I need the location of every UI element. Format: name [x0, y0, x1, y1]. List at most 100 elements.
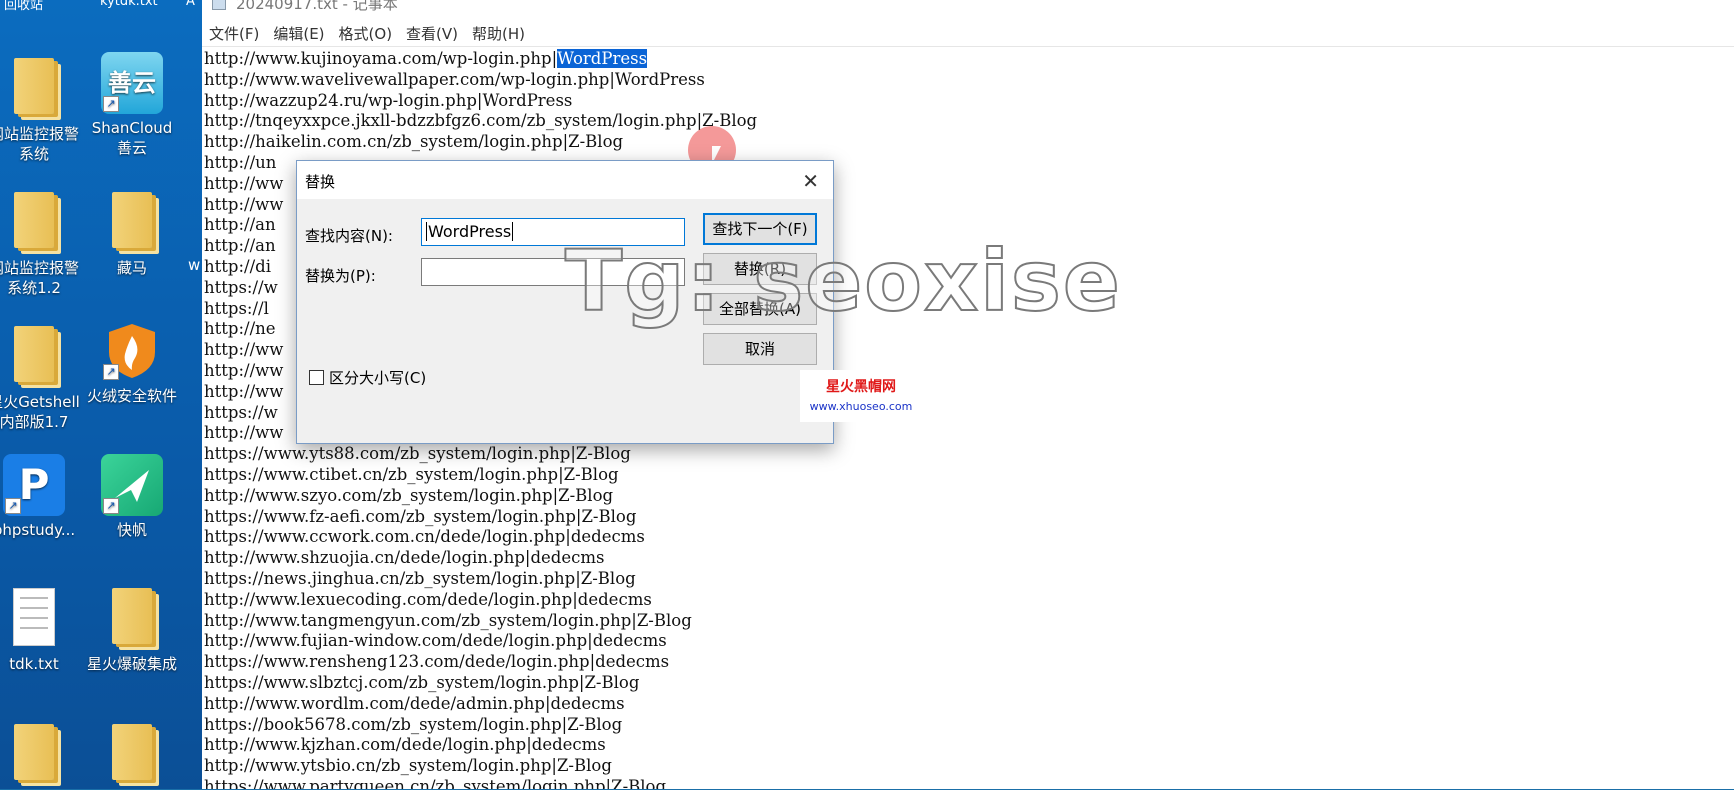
menu-bar: 文件(F) 编辑(E) 格式(O) 查看(V) 帮助(H) [202, 20, 1734, 47]
text-line-content: http://ww [204, 340, 284, 360]
desktop-icon-xinghuo-getshell[interactable]: 星火Getshell 内部版1.7 [0, 326, 82, 432]
desktop-icon-folder-partial[interactable] [84, 724, 180, 790]
phpstudy-tile-text: P [18, 460, 50, 509]
desktop-icon-label: ShanCloud 善云 [91, 119, 173, 157]
folder-icon [112, 192, 152, 248]
desktop-icon-shancloud[interactable]: 善云 ↗ ShanCloud 善云 [84, 52, 180, 158]
desktop-icon-monitor-system-1-2[interactable]: 网站监控报警 系统1.2 [0, 192, 82, 298]
folder-icon [112, 724, 152, 780]
dialog-titlebar[interactable]: 替换 ✕ [297, 161, 833, 199]
recycle-bin-label[interactable]: 回收站 [4, 0, 43, 13]
folder-icon [14, 326, 54, 382]
text-line[interactable]: http://www.kujinoyama.com/wp-login.php|W… [204, 49, 1732, 70]
text-line-content: http://www.kjzhan.com/dede/login.php|ded… [204, 735, 606, 755]
text-line-content: http://haikelin.com.cn/zb_system/login.p… [204, 132, 624, 152]
text-line[interactable]: http://www.tangmengyun.com/zb_system/log… [204, 611, 1732, 632]
text-line[interactable]: http://www.wordlm.com/dede/admin.php|ded… [204, 694, 1732, 715]
dialog-title: 替换 [305, 173, 336, 191]
text-line[interactable]: https://www.fz-aefi.com/zb_system/login.… [204, 507, 1732, 528]
replace-with-label: 替换为(P): [305, 267, 376, 285]
checkbox-box[interactable] [309, 370, 324, 385]
desktop-icon-monitor-system[interactable]: 网站监控报警 系统 [0, 58, 82, 164]
text-line-content: http://www.ytsbio.cn/zb_system/login.php… [204, 756, 612, 776]
text-line-content: http://un [204, 152, 277, 172]
text-file-icon [13, 588, 55, 646]
text-line[interactable]: https://book5678.com/zb_system/login.php… [204, 715, 1732, 736]
folder-icon [14, 192, 54, 248]
text-line-content: http://ww [204, 423, 284, 443]
text-line[interactable]: https://news.jinghua.cn/zb_system/login.… [204, 569, 1732, 590]
desktop-icon-phpstudy[interactable]: P ↗ phpstudy... [0, 454, 82, 540]
text-line[interactable]: https://www.ccwork.com.cn/dede/login.php… [204, 527, 1732, 548]
telegram-watermark: Tg: seoxise [564, 231, 1122, 331]
text-line[interactable]: http://www.shzuojia.cn/dede/login.php|de… [204, 548, 1732, 569]
notepad-titlebar[interactable]: 20240917.txt - 记事本 [202, 0, 1734, 12]
text-line-content: https://www.fz-aefi.com/zb_system/login.… [204, 506, 637, 526]
text-line-content: https://news.jinghua.cn/zb_system/login.… [204, 568, 636, 588]
shancloud-tile-text: 善云 [108, 69, 156, 97]
text-line[interactable]: https://www.yts88.com/zb_system/login.ph… [204, 444, 1732, 465]
folder-icon [14, 58, 54, 114]
text-line-content: http://www.lexuecoding.com/dede/login.ph… [204, 589, 652, 609]
desktop-icon-huorong[interactable]: ↗ 火绒安全软件 [84, 320, 180, 406]
text-line[interactable]: http://haikelin.com.cn/zb_system/login.p… [204, 132, 1732, 153]
text-line-content: http://ww [204, 194, 284, 214]
text-line[interactable]: https://www.slbztcj.com/zb_system/login.… [204, 673, 1732, 694]
menu-view[interactable]: 查看(V) [399, 20, 465, 44]
desktop-icon-label: phpstudy... [0, 521, 76, 539]
desktop-icon-tdk-file[interactable]: tdk.txt [0, 588, 82, 674]
text-line-content: http://tnqeyxxpce.jkxll-bdzzbfgz6.com/zb… [204, 111, 758, 131]
text-line[interactable]: http://www.szyo.com/zb_system/login.php|… [204, 486, 1732, 507]
text-line[interactable]: http://wazzup24.ru/wp-login.php|WordPres… [204, 91, 1732, 112]
text-line[interactable]: http://www.lexuecoding.com/dede/login.ph… [204, 590, 1732, 611]
text-line-content: http://ww [204, 173, 284, 193]
text-line-content: https://www.ccwork.com.cn/dede/login.php… [204, 527, 645, 547]
logo-name: 星火黑帽网 [826, 379, 896, 395]
match-case-checkbox[interactable]: 区分大小写(C) [309, 367, 426, 388]
menu-format[interactable]: 格式(O) [332, 20, 400, 44]
text-line-content: http://an [204, 236, 276, 256]
find-what-value: WordPress [428, 222, 512, 241]
text-line[interactable]: http://tnqeyxxpce.jkxll-bdzzbfgz6.com/zb… [204, 111, 1732, 132]
text-line[interactable]: http://www.fujian-window.com/dede/login.… [204, 631, 1732, 652]
text-line[interactable]: http://www.ytsbio.cn/zb_system/login.php… [204, 756, 1732, 777]
desktop-icon-cangma[interactable]: 藏马 [84, 192, 180, 278]
text-line-content: http://an [204, 215, 276, 235]
desktop-icon-label: 藏马 [116, 259, 147, 277]
text-line[interactable]: http://www.kjzhan.com/dede/login.php|ded… [204, 735, 1732, 756]
text-line-content: http://www.wavelivewallpaper.com/wp-logi… [204, 69, 705, 89]
folder-icon [14, 724, 54, 780]
desktop-icon-kuaifan[interactable]: ↗ 快帆 [84, 454, 180, 540]
text-line-content: https://l [204, 298, 269, 318]
text-line-content: http://di [204, 256, 271, 276]
window-title: 20240917.txt - 记事本 [236, 0, 398, 12]
text-line-content: https://www.ctibet.cn/zb_system/login.ph… [204, 464, 619, 484]
desktop-icon-label: 快帆 [116, 521, 147, 539]
text-line[interactable]: https://www.partyqueen.cn/zb_system/logi… [204, 777, 1732, 789]
kytdk-file-label[interactable]: kytdk.txt [100, 0, 158, 9]
shortcut-arrow-icon: ↗ [103, 364, 119, 380]
text-line-content: http://ww [204, 360, 284, 380]
close-icon[interactable]: ✕ [802, 169, 819, 193]
text-line-content: http://www.shzuojia.cn/dede/login.php|de… [204, 548, 605, 568]
text-line-content: https://book5678.com/zb_system/login.php… [204, 714, 623, 734]
text-line-content: https://w [204, 402, 278, 422]
text-line[interactable]: https://www.ctibet.cn/zb_system/login.ph… [204, 465, 1732, 486]
menu-help[interactable]: 帮助(H) [465, 20, 532, 44]
text-line-content: https://www.yts88.com/zb_system/login.ph… [204, 444, 631, 464]
text-line-content: http://ne [204, 319, 276, 339]
menu-file[interactable]: 文件(F) [202, 20, 266, 44]
desktop-top-labels: 回收站 kytdk.txt A [0, 0, 202, 13]
desktop-icon-label: 星火爆破集成 [86, 655, 177, 673]
menu-edit[interactable]: 编辑(E) [266, 20, 331, 44]
text-line[interactable]: https://www.rensheng123.com/dede/login.p… [204, 652, 1732, 673]
notepad-icon [212, 0, 226, 10]
folder-icon [112, 588, 152, 644]
cancel-button[interactable]: 取消 [703, 333, 817, 365]
desktop: 回收站 kytdk.txt A 网站监控报警 系统 善云 ↗ ShanCloud… [0, 0, 202, 789]
find-what-label: 查找内容(N): [305, 227, 393, 245]
desktop-icon-folder-partial[interactable] [0, 724, 82, 790]
desktop-icon-label: tdk.txt [9, 655, 59, 673]
desktop-icon-xinghuo-brute[interactable]: 星火爆破集成 [84, 588, 180, 674]
text-line[interactable]: http://www.wavelivewallpaper.com/wp-logi… [204, 70, 1732, 91]
